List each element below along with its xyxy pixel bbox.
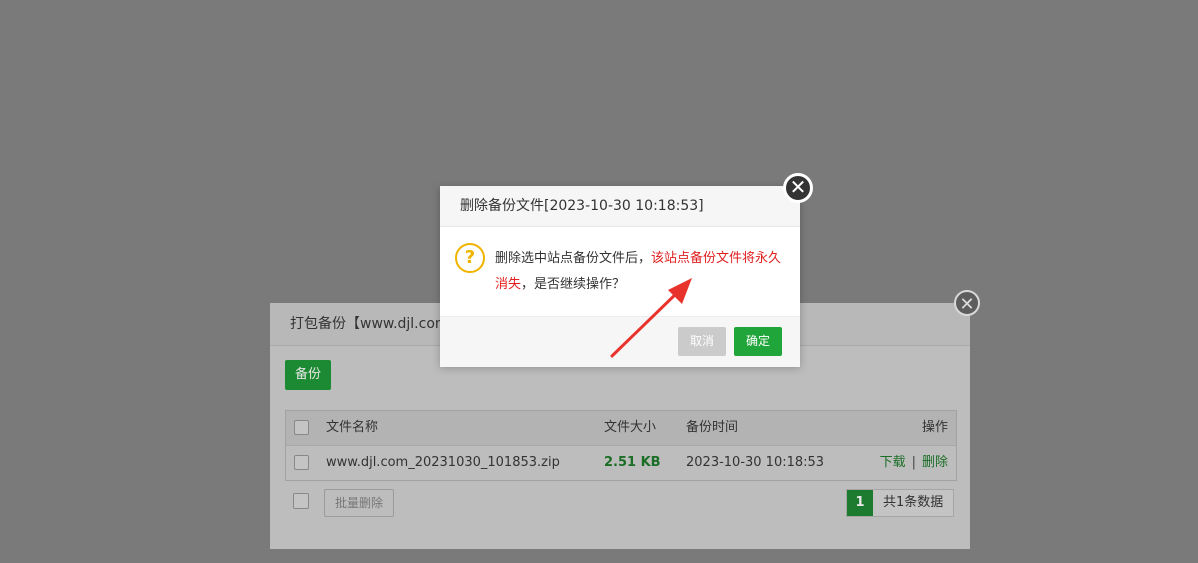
close-icon[interactable]: ✕ xyxy=(783,173,813,203)
file-size: 2.51 KB xyxy=(604,455,661,470)
footer-select-checkbox[interactable] xyxy=(293,493,309,509)
arrow-icon xyxy=(610,278,692,358)
download-link[interactable]: 下载 xyxy=(880,455,906,470)
action-separator: | xyxy=(911,455,916,470)
column-header-ops: 操作 xyxy=(921,420,948,435)
dialog-title: 删除备份文件[2023-10-30 10:18:53] xyxy=(440,186,800,227)
confirm-button[interactable]: 确定 xyxy=(734,327,782,356)
table-row: www.djl.com_20231030_101853.zip 2.51 KB … xyxy=(286,446,956,480)
page-1-button[interactable]: 1 xyxy=(847,490,873,516)
message-text: 删除选中站点备份文件后， xyxy=(495,251,652,266)
column-header-name: 文件名称 xyxy=(326,420,379,435)
pagination: 1 共1条数据 xyxy=(846,489,955,517)
table-header: 文件名称 文件大小 备份时间 操作 xyxy=(286,411,956,446)
backup-table: 文件名称 文件大小 备份时间 操作 www.djl.com_20231030_1… xyxy=(285,410,957,481)
total-count: 共1条数据 xyxy=(883,495,944,510)
batch-delete-button[interactable]: 批量删除 xyxy=(324,489,394,517)
backup-button[interactable]: 备份 xyxy=(285,360,331,390)
row-actions: 下载 | 删除 xyxy=(880,446,948,480)
file-name: www.djl.com_20231030_101853.zip xyxy=(326,455,560,470)
select-all-checkbox[interactable] xyxy=(294,420,309,435)
backup-time: 2023-10-30 10:18:53 xyxy=(686,455,825,470)
column-header-time: 备份时间 xyxy=(686,420,739,435)
question-icon: ? xyxy=(455,243,485,273)
close-icon[interactable]: ✕ xyxy=(954,290,980,316)
delete-link[interactable]: 删除 xyxy=(922,455,948,470)
column-header-size: 文件大小 xyxy=(604,420,657,435)
row-checkbox[interactable] xyxy=(294,455,309,470)
